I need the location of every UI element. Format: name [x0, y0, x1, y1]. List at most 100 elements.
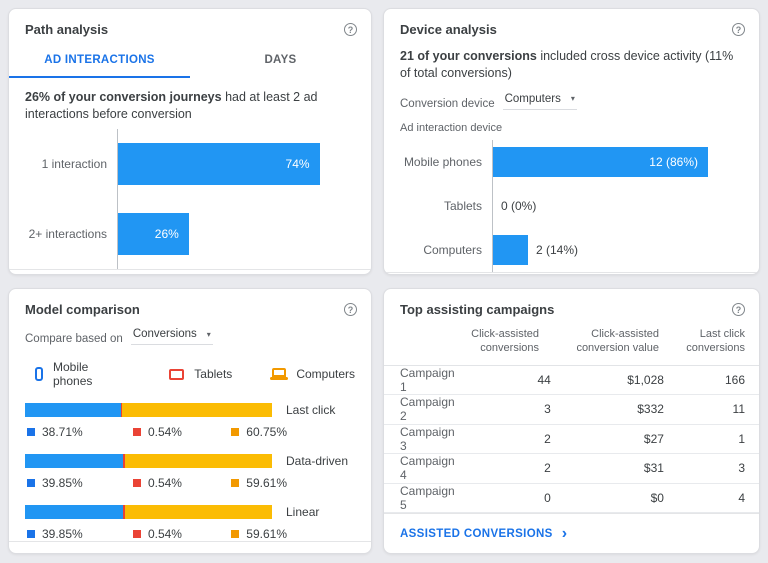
path-analysis-statement: 26% of your conversion journeys had at l… — [9, 78, 371, 123]
legend-item-mobile: Mobile phones — [35, 360, 129, 388]
tablet-icon — [169, 369, 184, 380]
bar-cell: 2 (14%) — [492, 228, 743, 272]
campaign-name: Campaign 2 — [400, 395, 455, 423]
bar-value-label: 74% — [286, 157, 310, 171]
bar-wrap: 26% — [118, 213, 355, 255]
device-analysis-chart: Mobile phones 12 (86%) Tablets 0 (0%) Co… — [384, 140, 743, 272]
bar-value-label: 0 (0%) — [501, 199, 536, 213]
legend-label: Mobile phones — [53, 360, 129, 388]
top-assisting-campaigns-header: Top assisting campaigns ? — [384, 289, 759, 317]
bar-cell: 74% — [117, 129, 355, 199]
top-assisting-campaigns-card: Top assisting campaigns ? Click-assisted… — [383, 288, 760, 554]
path-analysis-tabs: AD INTERACTIONS DAYS — [9, 45, 371, 78]
value-mobile: 39.85% — [27, 527, 133, 541]
value-mobile: 38.71% — [27, 425, 133, 439]
value-computers: 59.61% — [231, 476, 287, 490]
legend-item-tablets: Tablets — [169, 367, 232, 381]
device-legend: Mobile phones Tablets Computers — [9, 345, 371, 388]
ad-interaction-device-caption: Ad interaction device — [384, 110, 759, 134]
tab-ad-interactions[interactable]: AD INTERACTIONS — [9, 45, 190, 78]
column-header-last-click-conversions[interactable]: Last click conversions — [659, 327, 745, 356]
cell-click-assisted-conversion-value: $0 — [551, 491, 664, 505]
yellow-square-marker — [231, 530, 239, 538]
yellow-square-marker — [231, 479, 239, 487]
value-label: 59.61% — [246, 527, 287, 541]
segment-mobile — [25, 403, 121, 417]
model-comparison-title: Model comparison — [25, 302, 140, 317]
value-label: 0.54% — [148, 425, 182, 439]
red-square-marker — [133, 428, 141, 436]
value-label: 0.54% — [148, 476, 182, 490]
value-computers: 60.75% — [231, 425, 287, 439]
table-row: Campaign 3 2 $27 1 — [384, 425, 759, 455]
cell-click-assisted-conversions: 2 — [455, 461, 551, 475]
yellow-square-marker — [231, 428, 239, 436]
value-label: 60.75% — [246, 425, 287, 439]
value-label: 0.54% — [148, 527, 182, 541]
stacked-bar — [25, 505, 272, 519]
path-analysis-card: Path analysis ? AD INTERACTIONS DAYS 26%… — [8, 8, 372, 275]
bar-value-label: 12 (86%) — [649, 155, 698, 169]
statement-bold: 26% of your conversion journeys — [25, 90, 222, 104]
value-label: 39.85% — [42, 476, 83, 490]
stacked-bar-values: 39.85% 0.54% 59.61% — [27, 476, 287, 490]
help-icon[interactable]: ? — [732, 303, 745, 316]
cell-last-click-conversions: 11 — [664, 402, 745, 416]
value-tablets: 0.54% — [133, 527, 231, 541]
bar-cell: 12 (86%) — [492, 140, 743, 184]
mobile-phone-icon — [35, 367, 43, 381]
device-analysis-statement: 21 of your conversions included cross de… — [384, 37, 759, 82]
legend-label: Tablets — [194, 367, 232, 381]
value-tablets: 0.54% — [133, 476, 231, 490]
tab-days[interactable]: DAYS — [190, 45, 371, 78]
cell-click-assisted-conversions: 2 — [455, 432, 551, 446]
assisted-conversions-link[interactable]: ASSISTED CONVERSIONS› — [400, 528, 567, 540]
bar-value-label: 2 (14%) — [536, 243, 578, 257]
table-row: Campaign 5 0 $0 4 — [384, 484, 759, 514]
stacked-bar-row-data-driven: Data-driven — [25, 454, 355, 468]
bar-wrap: 12 (86%) — [493, 147, 743, 177]
device-analysis-footer: TOP PATHS› — [384, 272, 759, 275]
path-analysis-chart: 1 interaction 74% 2+ interactions 26% — [9, 129, 355, 269]
help-icon[interactable]: ? — [344, 303, 357, 316]
value-label: 59.61% — [246, 476, 287, 490]
help-icon[interactable]: ? — [732, 23, 745, 36]
bar-category-label: Tablets — [384, 199, 492, 213]
compare-based-on-dropdown[interactable]: Conversions ▾ — [131, 328, 213, 345]
compare-based-on-label: Compare based on — [25, 333, 123, 345]
campaign-name: Campaign 1 — [400, 366, 455, 394]
column-header-click-assisted-conversions[interactable]: Click-assisted conversions — [437, 327, 539, 356]
table-header-row: Click-assisted conversions Click-assiste… — [384, 321, 759, 366]
segment-computers — [125, 454, 272, 468]
bar-cell: 0 (0%) — [492, 184, 743, 228]
blue-square-marker — [27, 428, 35, 436]
bar-1-interaction: 74% — [118, 143, 320, 185]
dropdown-value: Computers — [505, 93, 561, 105]
conversion-device-row: Conversion device Computers ▾ — [384, 82, 759, 110]
legend-label: Computers — [296, 367, 355, 381]
stacked-bar-values: 38.71% 0.54% 60.75% — [27, 425, 287, 439]
cell-click-assisted-conversion-value: $332 — [551, 402, 664, 416]
conversion-device-dropdown[interactable]: Computers ▾ — [503, 93, 577, 110]
bar-computers — [493, 235, 528, 265]
caret-down-icon: ▾ — [571, 94, 575, 103]
laptop-icon — [272, 368, 286, 377]
bar-category-label: Computers — [384, 243, 492, 257]
value-label: 39.85% — [42, 527, 83, 541]
stacked-bar-values: 39.85% 0.54% 59.61% — [27, 527, 287, 541]
column-header-click-assisted-conversion-value[interactable]: Click-assisted conversion value — [539, 327, 659, 356]
campaign-name: Campaign 3 — [400, 425, 455, 453]
red-square-marker — [133, 479, 141, 487]
device-analysis-card: Device analysis ? 21 of your conversions… — [383, 8, 760, 275]
bar-wrap: 2 (14%) — [493, 235, 743, 265]
bar-mobile-phones: 12 (86%) — [493, 147, 708, 177]
model-label: Last click — [286, 403, 335, 417]
bar-wrap: 0 (0%) — [493, 191, 743, 221]
help-icon[interactable]: ? — [344, 23, 357, 36]
legend-item-computers: Computers — [272, 367, 355, 381]
bar-category-label: 1 interaction — [9, 157, 117, 171]
bar-category-label: 2+ interactions — [9, 227, 117, 241]
cell-click-assisted-conversion-value: $1,028 — [551, 373, 664, 387]
cell-click-assisted-conversions: 0 — [455, 491, 551, 505]
cell-last-click-conversions: 3 — [664, 461, 745, 475]
